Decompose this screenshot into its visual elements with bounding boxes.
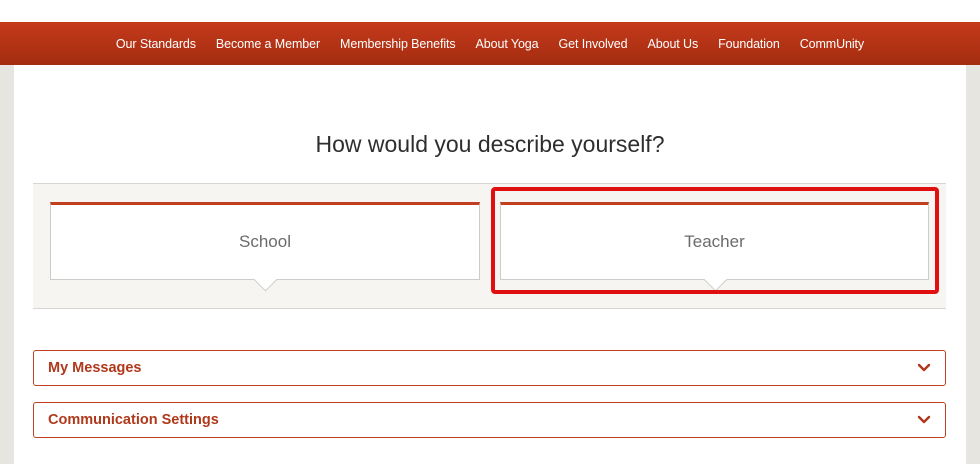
chevron-down-icon: [917, 363, 931, 372]
main-nav: Our Standards Become a Member Membership…: [0, 22, 980, 65]
right-gutter: [966, 65, 980, 464]
school-option-label: School: [239, 232, 291, 251]
nav-community[interactable]: CommUnity: [790, 37, 874, 51]
teacher-notch: [702, 267, 728, 292]
teacher-option[interactable]: Teacher: [500, 202, 929, 292]
nav-foundation[interactable]: Foundation: [708, 37, 790, 51]
nav-get-involved[interactable]: Get Involved: [549, 37, 638, 51]
page-heading: How would you describe yourself?: [315, 131, 665, 158]
my-messages-accordion[interactable]: My Messages: [33, 350, 946, 386]
communication-settings-accordion[interactable]: Communication Settings: [33, 402, 946, 438]
school-option[interactable]: School: [50, 202, 480, 292]
left-gutter: [0, 65, 14, 464]
nav-our-standards[interactable]: Our Standards: [106, 37, 206, 51]
my-messages-label: My Messages: [48, 360, 142, 376]
role-chooser: School Teacher: [33, 183, 946, 309]
communication-settings-label: Communication Settings: [48, 412, 219, 428]
chevron-down-icon: [917, 415, 931, 424]
teacher-option-label: Teacher: [684, 232, 745, 251]
nav-about-us[interactable]: About Us: [638, 37, 709, 51]
nav-membership-benefits[interactable]: Membership Benefits: [330, 37, 466, 51]
nav-become-member[interactable]: Become a Member: [206, 37, 330, 51]
school-notch: [253, 267, 278, 292]
nav-about-yoga[interactable]: About Yoga: [466, 37, 549, 51]
